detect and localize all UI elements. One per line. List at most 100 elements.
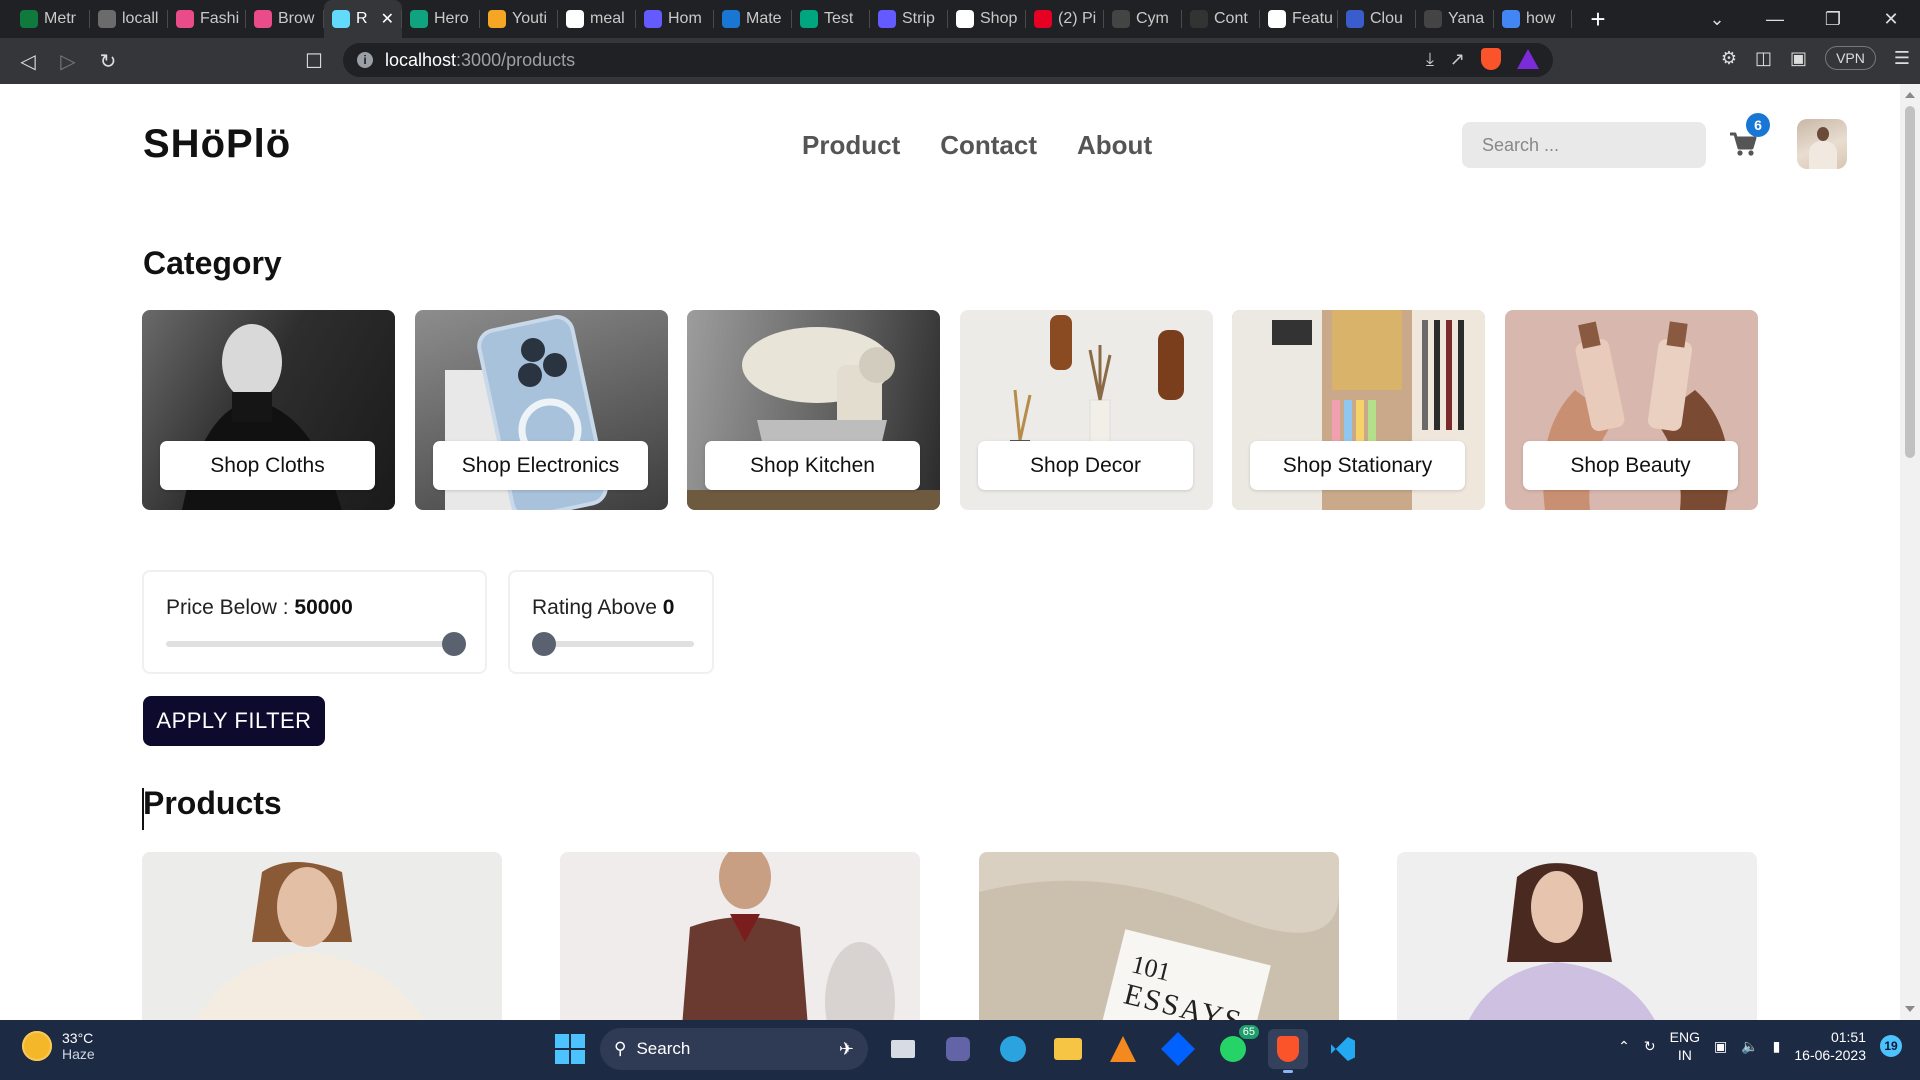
- shop-cloths-button[interactable]: Shop Cloths: [160, 441, 375, 490]
- browser-tab[interactable]: Cym: [1104, 0, 1182, 38]
- browser-tab[interactable]: how: [1494, 0, 1572, 38]
- scrollbar-thumb[interactable]: [1905, 106, 1915, 458]
- nav-about[interactable]: About: [1077, 130, 1152, 161]
- category-card-cloths[interactable]: Shop Cloths: [142, 310, 395, 510]
- restore-icon[interactable]: ❐: [1804, 9, 1862, 30]
- address-bar[interactable]: i localhost:3000/products ⤓ ↗: [343, 43, 1553, 77]
- teams-chat-icon[interactable]: [938, 1029, 978, 1069]
- sync-icon[interactable]: ↻: [1644, 1038, 1656, 1055]
- taskbar-search[interactable]: ⚲ Search ✈: [600, 1028, 868, 1070]
- tab-label: meal: [590, 10, 625, 27]
- page-scrollbar[interactable]: [1900, 84, 1920, 1020]
- browser-tab[interactable]: Youti: [480, 0, 558, 38]
- tab-label: Youti: [512, 10, 547, 27]
- extensions-icon[interactable]: ⚙: [1721, 48, 1737, 69]
- nav-contact[interactable]: Contact: [940, 130, 1037, 161]
- telegram-icon[interactable]: [993, 1029, 1033, 1069]
- price-slider[interactable]: [166, 632, 466, 656]
- browser-tab[interactable]: Hero: [402, 0, 480, 38]
- browser-tab[interactable]: Hom: [636, 0, 714, 38]
- site-logo[interactable]: SHöPlö: [143, 122, 291, 167]
- scroll-up-icon[interactable]: [1905, 92, 1915, 98]
- category-card-stationary[interactable]: Shop Stationary: [1232, 310, 1485, 510]
- browser-tab[interactable]: Clou: [1338, 0, 1416, 38]
- scroll-down-icon[interactable]: [1905, 1006, 1915, 1012]
- browser-tab[interactable]: Test: [792, 0, 870, 38]
- brave-rewards-icon[interactable]: [1517, 49, 1539, 69]
- product-card-2[interactable]: [560, 852, 920, 1020]
- category-title: Category: [143, 245, 282, 281]
- browser-tab[interactable]: (2) Pi: [1026, 0, 1104, 38]
- browser-tab[interactable]: Brow: [246, 0, 324, 38]
- share-icon[interactable]: ↗: [1450, 49, 1465, 70]
- vpn-button[interactable]: VPN: [1825, 46, 1876, 70]
- notification-badge[interactable]: 19: [1880, 1035, 1902, 1057]
- network-icon[interactable]: ▣: [1714, 1038, 1727, 1055]
- vlc-icon[interactable]: [1103, 1029, 1143, 1069]
- search-input[interactable]: [1462, 122, 1706, 168]
- wallet-icon[interactable]: ▣: [1790, 48, 1807, 69]
- user-avatar[interactable]: [1797, 119, 1847, 169]
- browser-toolbar: ◁ ▷ ↻ ☐ i localhost:3000/products ⤓ ↗ ⚙ …: [0, 38, 1920, 84]
- category-card-kitchen[interactable]: Shop Kitchen: [687, 310, 940, 510]
- browser-tab[interactable]: Cont: [1182, 0, 1260, 38]
- category-card-decor[interactable]: Shop Decor: [960, 310, 1213, 510]
- close-window-icon[interactable]: ✕: [1862, 9, 1920, 30]
- category-card-beauty[interactable]: Shop Beauty: [1505, 310, 1758, 510]
- shop-beauty-button[interactable]: Shop Beauty: [1523, 441, 1738, 490]
- browser-tab[interactable]: meal: [558, 0, 636, 38]
- back-icon[interactable]: ◁: [8, 49, 48, 74]
- install-icon[interactable]: ⤓: [1426, 49, 1434, 70]
- tab-label: Fashi: [200, 10, 240, 27]
- rating-slider-handle[interactable]: [532, 632, 556, 656]
- tab-search-icon[interactable]: ⌄: [1688, 9, 1746, 30]
- windows-start-icon[interactable]: [555, 1034, 585, 1064]
- sidebar-icon[interactable]: ◫: [1755, 48, 1772, 69]
- apply-filter-button[interactable]: APPLY FILTER: [143, 696, 325, 746]
- new-tab-button[interactable]: +: [1578, 4, 1618, 35]
- volume-icon[interactable]: 🔈: [1741, 1038, 1758, 1055]
- shop-kitchen-button[interactable]: Shop Kitchen: [705, 441, 920, 490]
- browser-tab[interactable]: Shop: [948, 0, 1026, 38]
- product-card-4[interactable]: [1397, 852, 1757, 1020]
- battery-icon[interactable]: ▮: [1773, 1038, 1781, 1055]
- tab-label: Cont: [1214, 10, 1248, 27]
- shop-stationary-button[interactable]: Shop Stationary: [1250, 441, 1465, 490]
- rating-slider[interactable]: [532, 632, 694, 656]
- tab-close-icon[interactable]: ✕: [381, 9, 394, 29]
- system-clock[interactable]: 01:51 16-06-2023: [1794, 1028, 1866, 1064]
- product-card-3[interactable]: 101 ESSAYS: [979, 852, 1339, 1020]
- menu-icon[interactable]: ☰: [1894, 48, 1910, 69]
- shop-decor-button[interactable]: Shop Decor: [978, 441, 1193, 490]
- price-slider-handle[interactable]: [442, 632, 466, 656]
- shop-electronics-button[interactable]: Shop Electronics: [433, 441, 648, 490]
- browser-tab[interactable]: Mate: [714, 0, 792, 38]
- bookmark-icon[interactable]: ☐: [294, 49, 334, 74]
- browser-tab[interactable]: locall: [90, 0, 168, 38]
- browser-tab[interactable]: Featu: [1260, 0, 1338, 38]
- browser-tab[interactable]: Metr: [12, 0, 90, 38]
- cart-count-badge: 6: [1746, 113, 1770, 137]
- browser-tab[interactable]: R ✕: [324, 0, 402, 38]
- vscode-icon[interactable]: [1323, 1029, 1363, 1069]
- language-indicator[interactable]: ENG IN: [1670, 1028, 1700, 1064]
- nav-product[interactable]: Product: [802, 130, 900, 161]
- site-info-icon[interactable]: i: [357, 52, 373, 68]
- tray-overflow-icon[interactable]: ⌃: [1618, 1038, 1630, 1055]
- brave-shield-icon[interactable]: [1481, 48, 1501, 70]
- forward-icon[interactable]: ▷: [48, 49, 88, 74]
- file-explorer-icon[interactable]: [1048, 1029, 1088, 1069]
- rating-label-text: Rating Above: [532, 596, 663, 619]
- whatsapp-icon[interactable]: 65: [1213, 1025, 1259, 1069]
- dropbox-icon[interactable]: [1158, 1029, 1198, 1069]
- browser-tab[interactable]: Strip: [870, 0, 948, 38]
- browser-tab[interactable]: Fashi: [168, 0, 246, 38]
- category-card-electronics[interactable]: Shop Electronics: [415, 310, 668, 510]
- brave-browser-icon[interactable]: [1268, 1029, 1308, 1073]
- browser-tab[interactable]: Yana: [1416, 0, 1494, 38]
- product-card-1[interactable]: [142, 852, 502, 1020]
- task-view-icon[interactable]: [883, 1029, 923, 1069]
- weather-widget[interactable]: 33°C Haze: [22, 1030, 95, 1062]
- reload-icon[interactable]: ↻: [88, 49, 128, 74]
- minimize-icon[interactable]: —: [1746, 9, 1804, 30]
